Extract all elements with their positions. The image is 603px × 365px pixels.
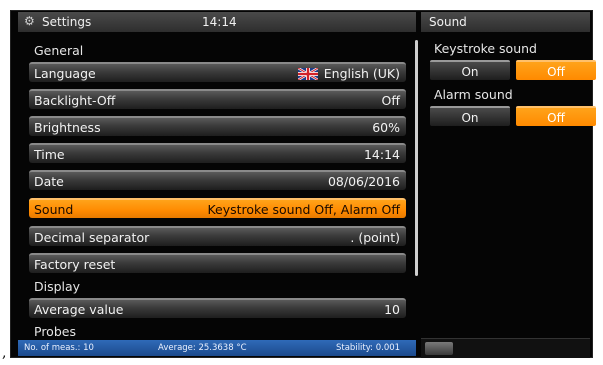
row-language[interactable]: Language English (UK) <box>29 62 406 82</box>
row-label: Language <box>34 66 96 81</box>
settings-scrollbar[interactable] <box>415 40 418 276</box>
row-decimal-separator[interactable]: Decimal separator . (point) <box>29 226 406 246</box>
stability-readout: Stability: 0.001 <box>336 343 401 353</box>
row-label: Decimal separator <box>34 230 150 245</box>
softkey-button[interactable] <box>425 342 453 355</box>
alarm-off-button[interactable]: Off <box>516 106 596 126</box>
average-readout: Average: 25.3638 °C <box>158 343 247 353</box>
row-value: 08/06/2016 <box>327 174 400 189</box>
leading-comma: , <box>2 345 7 361</box>
row-label: Brightness <box>34 120 101 135</box>
row-value: English (UK) <box>323 66 400 81</box>
row-value: 14:14 <box>363 147 400 162</box>
measurement-count: No. of meas.: 10 <box>24 343 94 353</box>
row-date[interactable]: Date 08/06/2016 <box>29 170 406 190</box>
row-factory-reset[interactable]: Factory reset <box>29 253 406 273</box>
row-time[interactable]: Time 14:14 <box>29 143 406 163</box>
sound-panel-title: Sound <box>429 15 467 29</box>
row-label: Backlight-Off <box>34 93 116 108</box>
row-label: Sound <box>34 202 74 217</box>
keystroke-sound-label: Keystroke sound <box>434 41 537 56</box>
row-value: 10 <box>384 302 400 317</box>
keystroke-on-button[interactable]: On <box>430 60 510 80</box>
page-title: Settings <box>42 15 92 29</box>
row-label: Factory reset <box>34 257 116 272</box>
settings-header: ⚙ Settings 14:14 <box>18 12 416 32</box>
row-average-value[interactable]: Average value 10 <box>29 298 406 318</box>
alarm-on-button[interactable]: On <box>430 106 510 126</box>
sound-panel-header: Sound <box>421 12 590 32</box>
row-brightness[interactable]: Brightness 60% <box>29 116 406 136</box>
row-label: Time <box>34 147 65 162</box>
status-bar: No. of meas.: 10 Average: 25.3638 °C Sta… <box>18 340 416 356</box>
row-value: Keystroke sound Off, Alarm Off <box>207 202 400 217</box>
keystroke-off-button[interactable]: Off <box>516 60 596 80</box>
header-clock: 14:14 <box>202 15 237 29</box>
row-sound[interactable]: Sound Keystroke sound Off, Alarm Off <box>29 198 406 218</box>
alarm-sound-label: Alarm sound <box>434 87 513 102</box>
uk-flag-icon <box>297 67 318 80</box>
right-status-area <box>421 338 590 358</box>
section-display: Display <box>34 279 81 294</box>
row-backlight-off[interactable]: Backlight-Off Off <box>29 89 406 109</box>
row-value: . (point) <box>350 230 400 245</box>
row-label: Date <box>34 174 64 189</box>
section-general: General <box>34 43 84 58</box>
row-label: Average value <box>34 302 124 317</box>
gear-icon: ⚙ <box>24 14 35 28</box>
row-value: 60% <box>372 120 400 135</box>
row-value: Off <box>381 93 400 108</box>
section-probes: Probes <box>34 324 76 338</box>
